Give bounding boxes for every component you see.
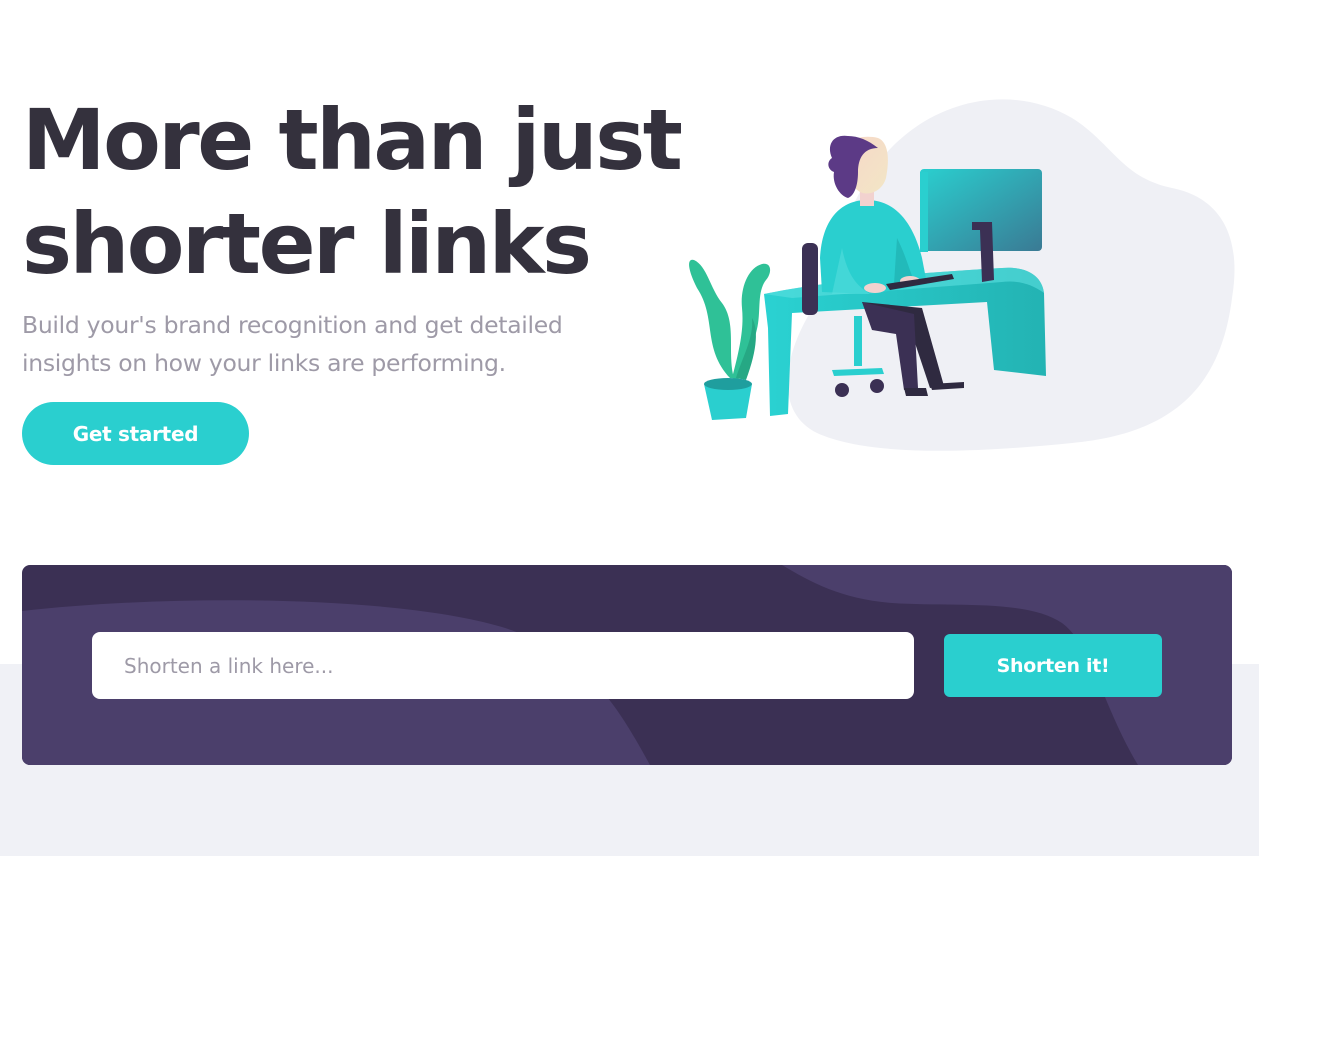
shorten-link-card: Shorten it! xyxy=(22,565,1232,765)
get-started-button[interactable]: Get started xyxy=(22,402,249,465)
hero-title-line-2: shorter links xyxy=(22,195,592,293)
shorten-it-button[interactable]: Shorten it! xyxy=(944,634,1162,697)
shorten-link-input[interactable] xyxy=(92,632,914,699)
hero-title-line-1: More than just xyxy=(22,91,683,189)
hero-title: More than just shorter links xyxy=(22,88,702,296)
hero-subtitle: Build your's brand recognition and get d… xyxy=(22,311,563,377)
person-working-illustration xyxy=(689,99,1235,451)
